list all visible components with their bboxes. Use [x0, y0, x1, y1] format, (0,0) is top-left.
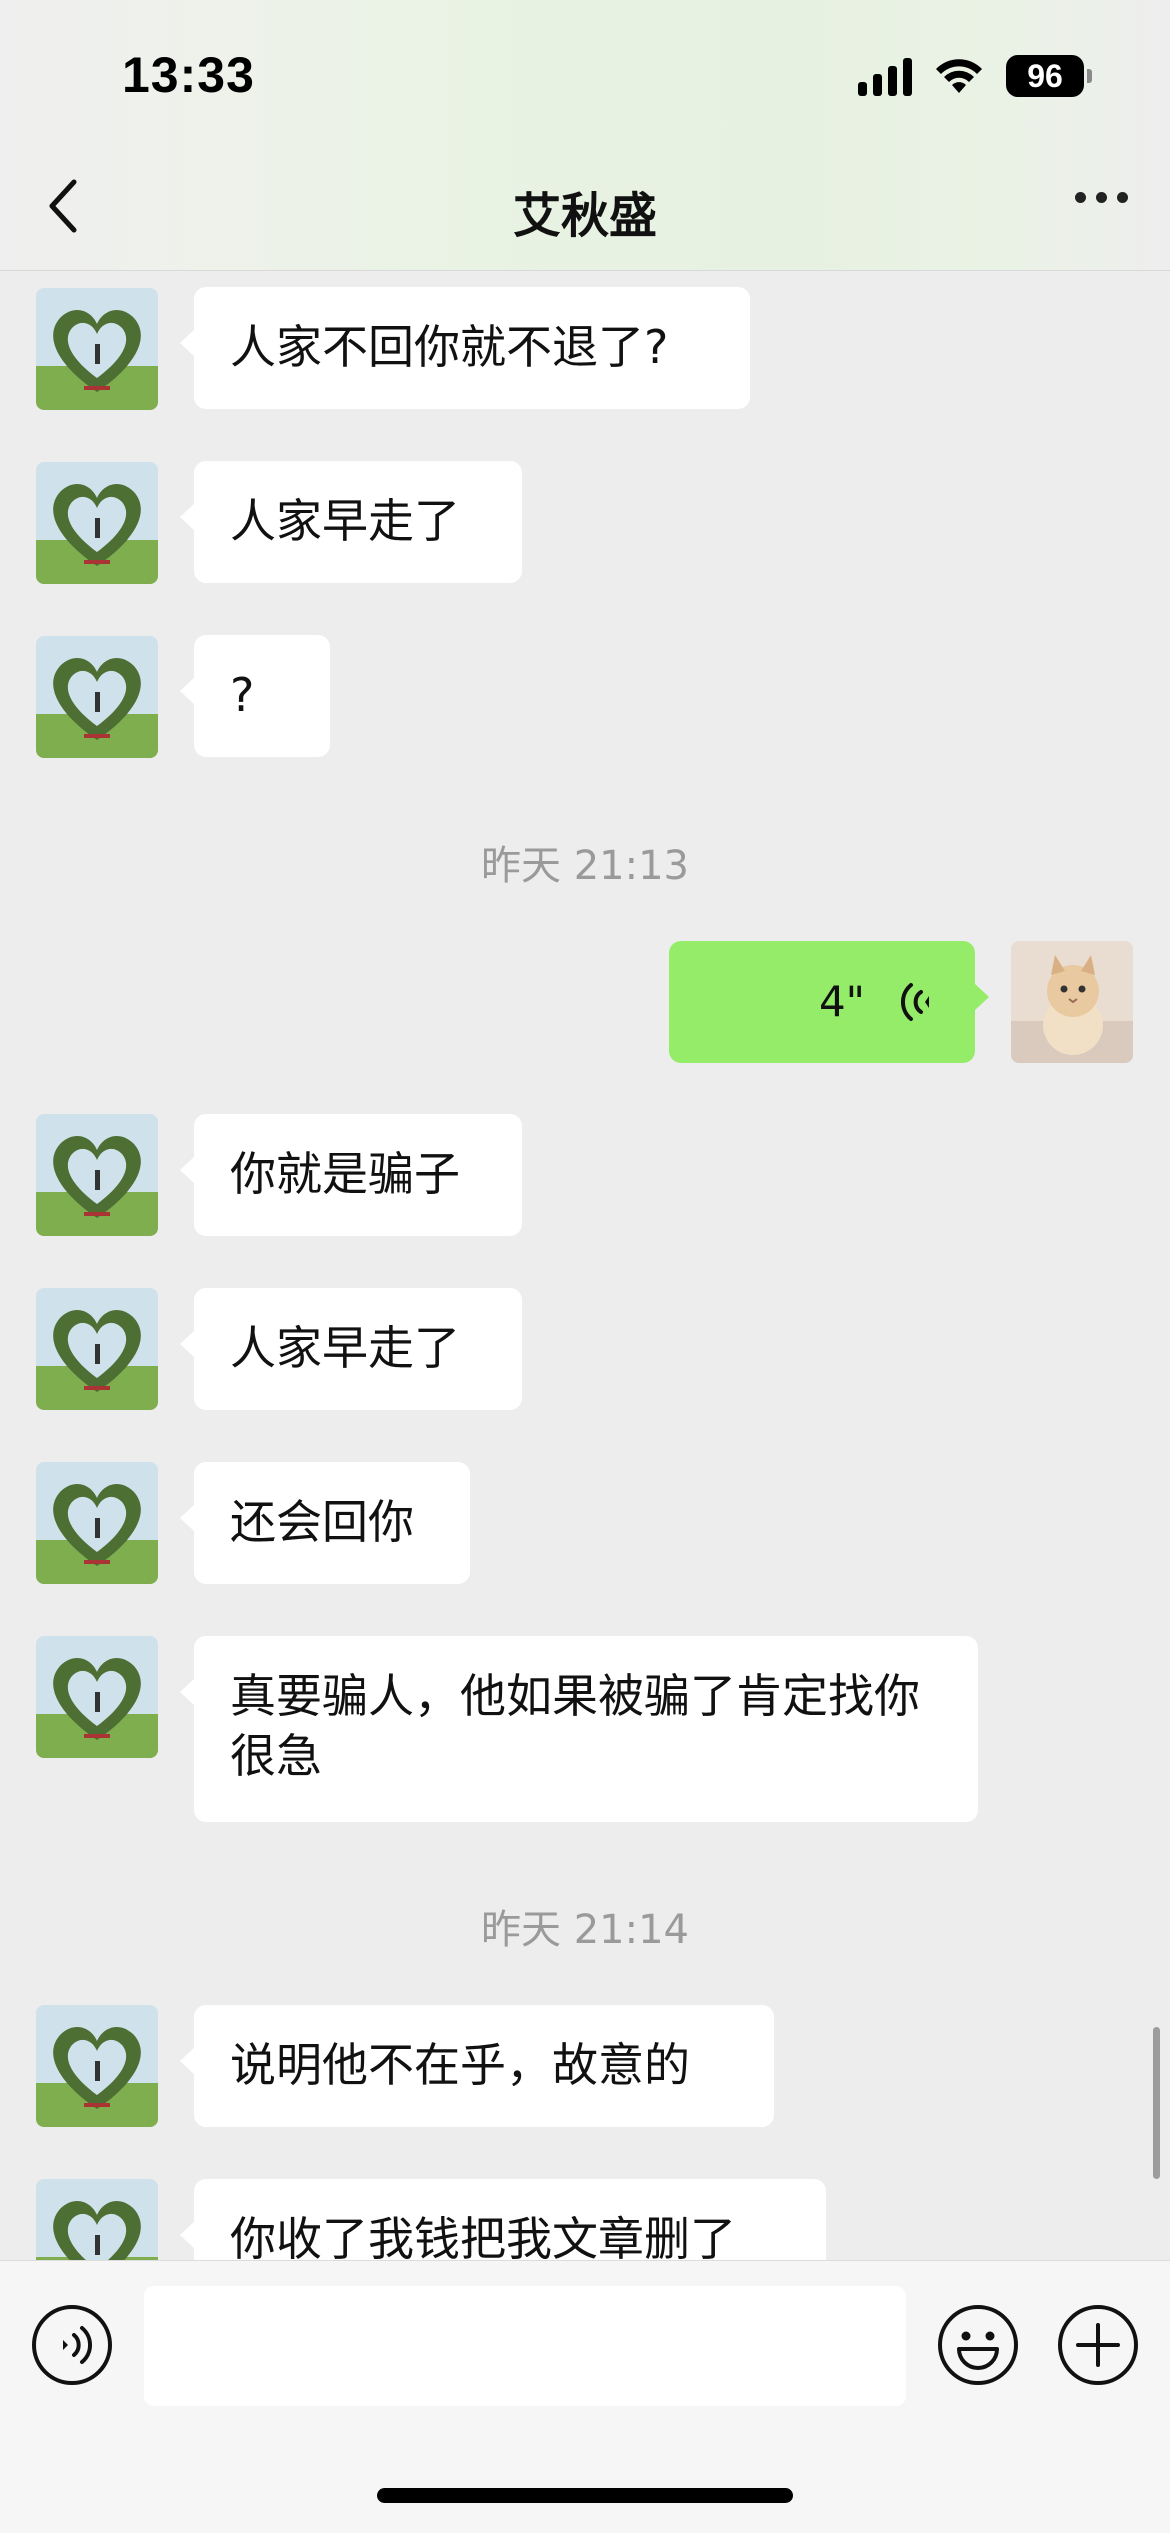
- voice-input-icon: [32, 2305, 112, 2385]
- status-icons: 96: [858, 52, 1092, 100]
- voice-input-button[interactable]: [30, 2303, 114, 2391]
- received-message[interactable]: 说明他不在乎，故意的: [180, 2005, 774, 2127]
- voice-wave-icon: [900, 983, 929, 1021]
- message-list[interactable]: 人家不回你就不退了? 人家早走了 ? 昨天 21:13 4" 你就是骗子 人家早…: [0, 271, 1170, 2260]
- status-time: 13:33: [122, 47, 255, 103]
- received-message[interactable]: 人家早走了: [180, 461, 522, 583]
- contact-avatar[interactable]: [36, 462, 158, 584]
- ellipsis-icon: [1075, 192, 1086, 203]
- received-message[interactable]: ?: [180, 635, 330, 757]
- contact-avatar[interactable]: [36, 636, 158, 758]
- more-functions-button[interactable]: [1056, 2303, 1140, 2391]
- received-message[interactable]: 人家早走了: [180, 1288, 522, 1410]
- message-timestamp: 昨天 21:14: [481, 1907, 689, 1953]
- contact-avatar[interactable]: [36, 1288, 158, 1410]
- received-message[interactable]: 人家不回你就不退了?: [180, 287, 750, 409]
- message-timestamp: 昨天 21:13: [481, 843, 689, 889]
- received-message[interactable]: 真要骗人，他如果被骗了肯定找你很急: [180, 1636, 978, 1822]
- received-message[interactable]: 你就是骗子: [180, 1114, 522, 1236]
- wifi-icon: [934, 57, 984, 95]
- contact-avatar[interactable]: [36, 1462, 158, 1584]
- contact-avatar[interactable]: [36, 1636, 158, 1758]
- cellular-signal-icon: [858, 56, 912, 96]
- received-message[interactable]: 你收了我钱把我文章删了: [180, 2179, 826, 2260]
- emoji-icon: [938, 2305, 1018, 2385]
- battery-level: 96: [1006, 55, 1084, 97]
- contact-avatar[interactable]: [36, 2179, 158, 2260]
- contact-avatar[interactable]: [36, 288, 158, 410]
- sent-voice-message[interactable]: 4": [669, 941, 989, 1063]
- contact-avatar[interactable]: [36, 1114, 158, 1236]
- home-indicator[interactable]: [377, 2488, 793, 2503]
- battery-icon: 96: [1006, 55, 1092, 97]
- more-options-button[interactable]: [1075, 192, 1128, 203]
- message-input[interactable]: [144, 2286, 906, 2406]
- chat-title: 艾秋盛: [512, 188, 657, 244]
- plus-icon: [1058, 2305, 1138, 2385]
- emoji-button[interactable]: [936, 2303, 1020, 2391]
- scrollbar[interactable]: [1153, 2027, 1160, 2179]
- received-message[interactable]: 还会回你: [180, 1462, 470, 1584]
- my-avatar[interactable]: [1011, 941, 1133, 1063]
- top-bar: 13:33 96 艾秋盛: [0, 0, 1170, 271]
- voice-duration: 4": [818, 977, 865, 1026]
- contact-avatar[interactable]: [36, 2005, 158, 2127]
